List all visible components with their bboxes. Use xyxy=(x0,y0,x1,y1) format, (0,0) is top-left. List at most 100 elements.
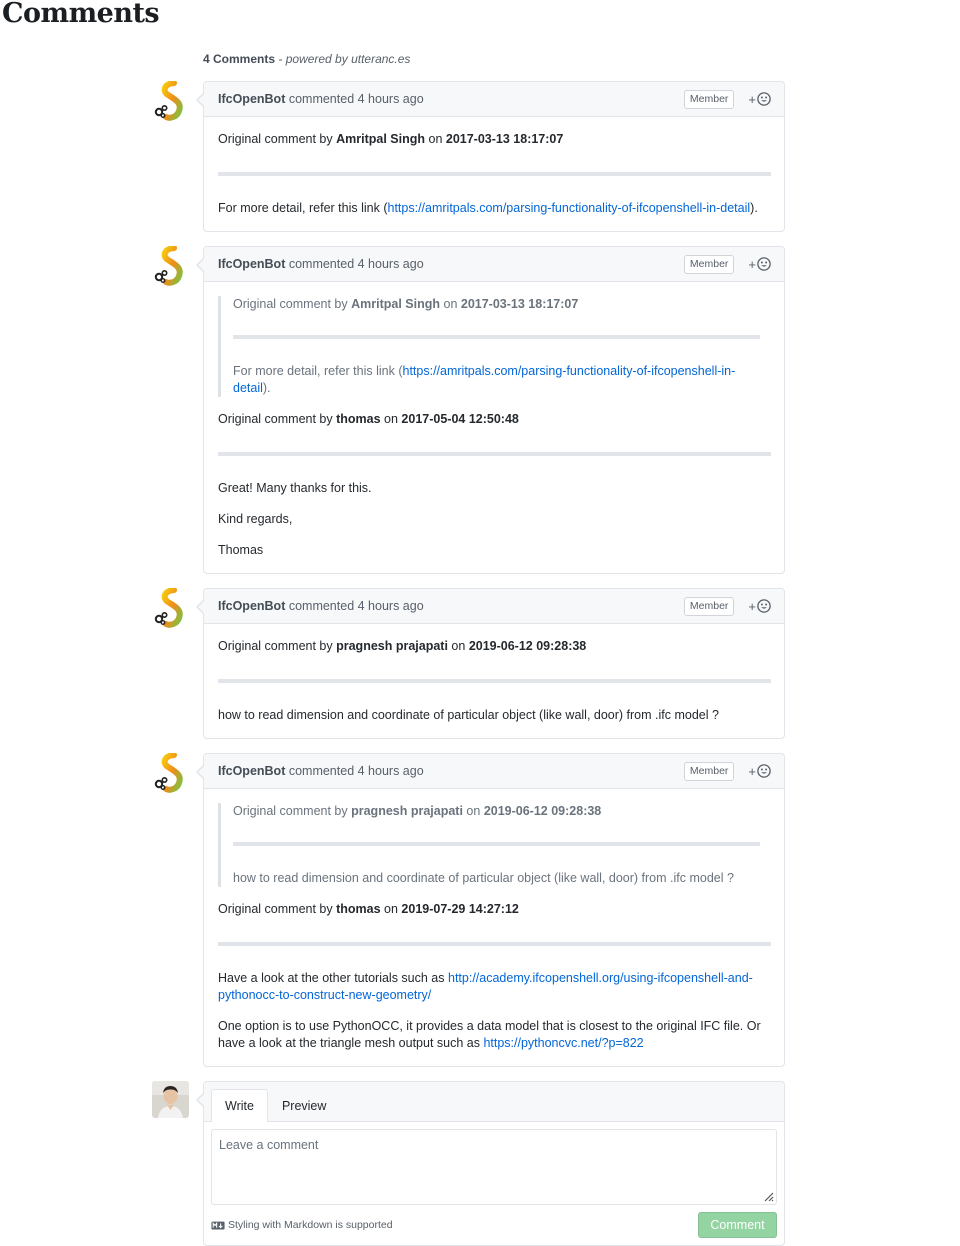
original-comment-line: Original comment by pragnesh prajapati o… xyxy=(218,639,587,653)
add-reaction-button[interactable]: + xyxy=(748,257,771,272)
markdown-icon xyxy=(211,1221,225,1229)
textarea-wrapper xyxy=(204,1122,784,1205)
comment-text: For more detail, refer this link (https:… xyxy=(233,364,736,395)
comment-timestamp-link[interactable]: 4 hours ago xyxy=(358,764,424,778)
comment-body: Original comment by pragnesh prajapati o… xyxy=(204,789,784,1066)
editor-tabs: Write Preview xyxy=(204,1082,784,1122)
resize-grip-icon[interactable] xyxy=(762,1190,774,1202)
comment-submit-button[interactable]: Comment xyxy=(698,1212,777,1238)
comment-text: For more detail, refer this link (https:… xyxy=(218,201,758,215)
comment-text: how to read dimension and coordinate of … xyxy=(233,871,734,885)
original-author: pragnesh prajapati xyxy=(351,804,463,818)
user-avatar[interactable] xyxy=(152,1081,189,1118)
reaction-plus: + xyxy=(748,763,756,779)
add-reaction-button[interactable]: + xyxy=(748,92,771,107)
add-reaction-button[interactable]: + xyxy=(748,764,771,779)
comment-action-text: commented xyxy=(285,764,358,778)
comment-body: Original comment by Amritpal Singh on 20… xyxy=(204,117,784,231)
original-author: pragnesh prajapati xyxy=(336,639,448,653)
ifcopenbot-avatar-icon[interactable] xyxy=(152,588,186,628)
comment-timeline: IfcOpenBot commented 4 hours ago Member … xyxy=(152,81,785,1246)
original-date: 2019-06-12 09:28:38 xyxy=(468,639,587,653)
tab-preview[interactable]: Preview xyxy=(268,1089,340,1122)
comment-box: IfcOpenBot commented 4 hours ago Member … xyxy=(196,81,785,232)
divider xyxy=(218,172,771,176)
comment-text: Have a look at the other tutorials such … xyxy=(218,971,753,1002)
comment-author-link[interactable]: IfcOpenBot xyxy=(218,764,285,778)
comment-header: IfcOpenBot commented 4 hours ago Member … xyxy=(204,754,784,789)
comment-timestamp-link[interactable]: 4 hours ago xyxy=(358,92,424,106)
markdown-note-text: Styling with Markdown is supported xyxy=(228,1219,393,1231)
comment-text: One option is to use PythonOCC, it provi… xyxy=(218,1019,761,1050)
original-comment-line: Original comment by Amritpal Singh on 20… xyxy=(218,132,564,146)
comment-header-text: IfcOpenBot commented 4 hours ago xyxy=(218,599,684,613)
comment-action-text: commented xyxy=(285,257,358,271)
divider xyxy=(218,942,771,946)
comment-header-text: IfcOpenBot commented 4 hours ago xyxy=(218,257,684,271)
comment-author-link[interactable]: IfcOpenBot xyxy=(218,257,285,271)
original-date: 2019-06-12 09:28:38 xyxy=(483,804,602,818)
member-badge: Member xyxy=(683,761,735,781)
quoted-comment: Original comment by Amritpal Singh on 20… xyxy=(218,296,771,397)
comment-header-text: IfcOpenBot commented 4 hours ago xyxy=(218,764,684,778)
ifcopenbot-avatar-icon[interactable] xyxy=(152,753,186,793)
ifcopenbot-avatar-icon[interactable] xyxy=(152,81,186,121)
detail-link[interactable]: https://amritpals.com/parsing-functional… xyxy=(388,201,751,215)
comment-box: IfcOpenBot commented 4 hours ago Member … xyxy=(196,246,785,574)
new-comment-form: Write Preview Styling with Markdown is s… xyxy=(152,1081,785,1246)
smiley-icon xyxy=(757,92,771,106)
original-date: 2019-07-29 14:27:12 xyxy=(401,902,519,916)
powered-by: - powered by utteranc.es xyxy=(275,52,411,66)
original-author: Amritpal Singh xyxy=(336,132,426,146)
comment-header-text: IfcOpenBot commented 4 hours ago xyxy=(218,92,684,106)
comment-text: Thomas xyxy=(218,543,264,557)
ifcopenbot-avatar-icon[interactable] xyxy=(152,246,186,286)
divider xyxy=(218,679,771,683)
smiley-icon xyxy=(757,257,771,271)
comment-action-text: commented xyxy=(285,92,358,106)
original-author: thomas xyxy=(336,902,381,916)
reaction-plus: + xyxy=(748,598,756,614)
member-badge: Member xyxy=(683,596,735,616)
original-comment-line: Original comment by thomas on 2019-07-29… xyxy=(218,902,519,916)
form-actions: Styling with Markdown is supported Comme… xyxy=(204,1205,784,1245)
comment-text: Kind regards, xyxy=(218,512,293,526)
smiley-icon xyxy=(757,764,771,778)
comment-box: IfcOpenBot commented 4 hours ago Member … xyxy=(196,753,785,1067)
markdown-note[interactable]: Styling with Markdown is supported xyxy=(211,1219,393,1231)
original-comment-line: Original comment by Amritpal Singh on 20… xyxy=(233,297,579,311)
comment-timestamp-link[interactable]: 4 hours ago xyxy=(358,257,424,271)
comment-form-box: Write Preview Styling with Markdown is s… xyxy=(196,1081,785,1246)
comment-timestamp-link[interactable]: 4 hours ago xyxy=(358,599,424,613)
comment-count-meta: 4 Comments - powered by utteranc.es xyxy=(203,52,410,66)
smiley-icon xyxy=(757,599,771,613)
mesh-output-link[interactable]: https://pythoncvc.net/?p=822 xyxy=(483,1036,643,1050)
comment-header: IfcOpenBot commented 4 hours ago Member … xyxy=(204,247,784,282)
original-date: 2017-05-04 12:50:48 xyxy=(401,412,519,426)
tab-write[interactable]: Write xyxy=(211,1089,268,1122)
page-title: Comments xyxy=(2,0,160,29)
original-date: 2017-03-13 18:17:07 xyxy=(445,132,564,146)
comment-textarea[interactable] xyxy=(211,1129,777,1205)
comment-text: Great! Many thanks for this. xyxy=(218,481,372,495)
member-badge: Member xyxy=(683,254,735,274)
comment-text: how to read dimension and coordinate of … xyxy=(218,708,719,722)
comment-body: Original comment by Amritpal Singh on 20… xyxy=(204,282,784,573)
original-comment-line: Original comment by thomas on 2017-05-04… xyxy=(218,412,519,426)
reaction-plus: + xyxy=(748,256,756,272)
comment-author-link[interactable]: IfcOpenBot xyxy=(218,599,285,613)
comment-author-link[interactable]: IfcOpenBot xyxy=(218,92,285,106)
add-reaction-button[interactable]: + xyxy=(748,599,771,614)
original-date: 2017-03-13 18:17:07 xyxy=(460,297,579,311)
divider xyxy=(233,842,760,846)
comment-header: IfcOpenBot commented 4 hours ago Member … xyxy=(204,82,784,117)
comment-count: 4 Comments xyxy=(203,52,276,66)
original-author: Amritpal Singh xyxy=(351,297,441,311)
divider xyxy=(233,335,760,339)
reaction-plus: + xyxy=(748,91,756,107)
comment-box: IfcOpenBot commented 4 hours ago Member … xyxy=(196,588,785,739)
comment-action-text: commented xyxy=(285,599,358,613)
member-badge: Member xyxy=(683,89,735,109)
comment-item: IfcOpenBot commented 4 hours ago Member … xyxy=(152,753,785,1067)
divider xyxy=(218,452,771,456)
